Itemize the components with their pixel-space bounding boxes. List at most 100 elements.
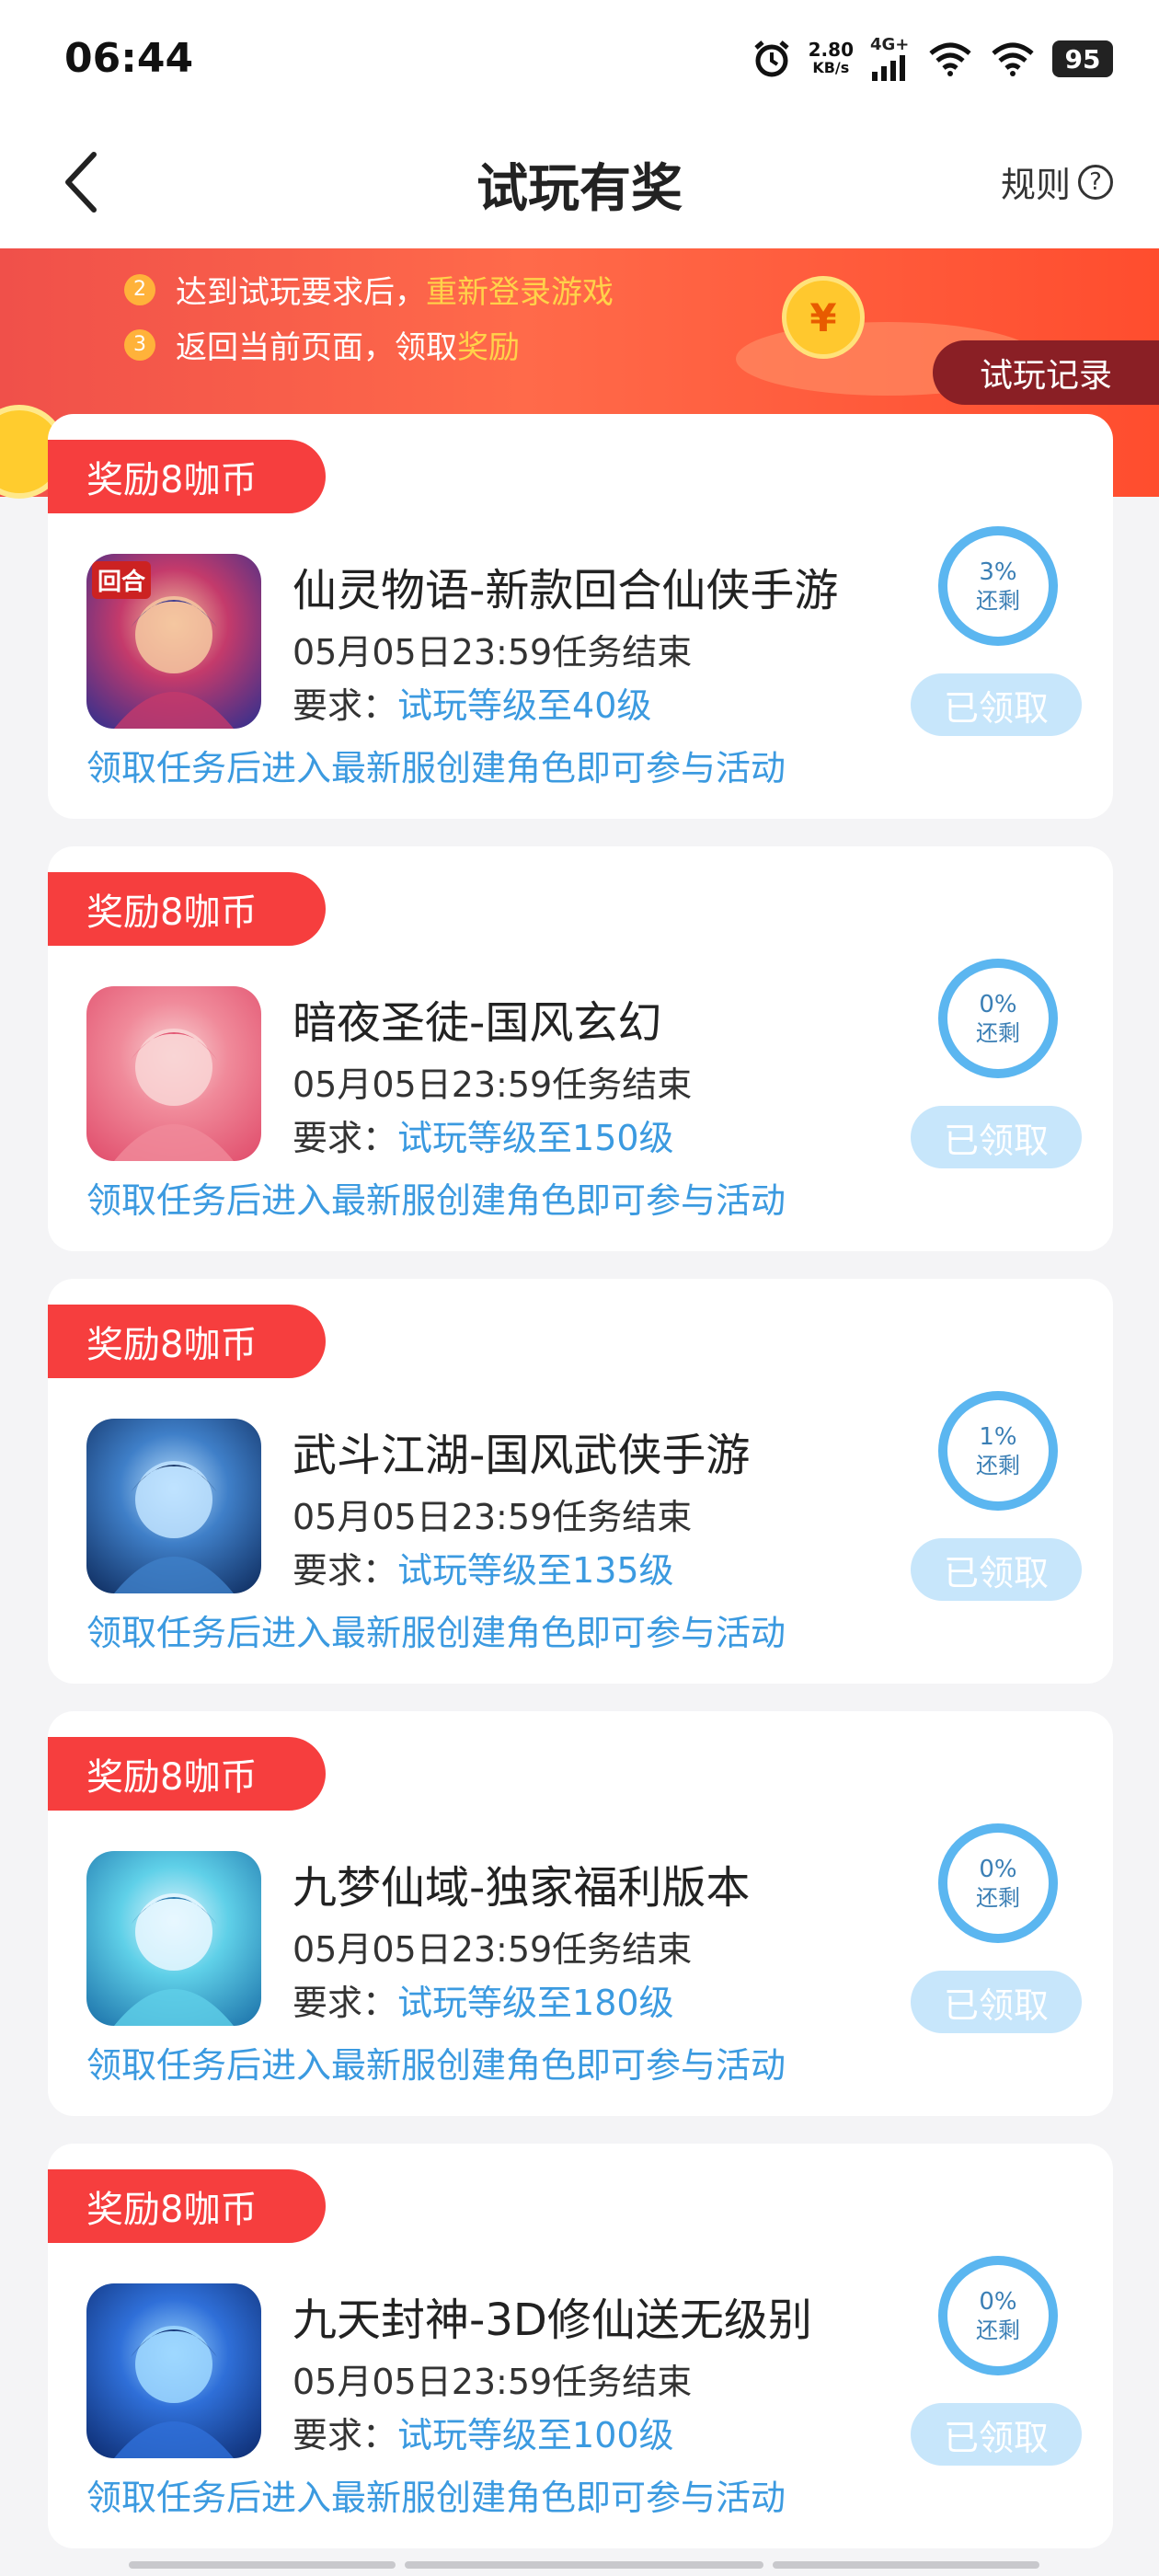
task-card[interactable]: 奖励8咖币 九梦仙域-独家福利版本 05月05日23:59任务结束 要求：试玩等… xyxy=(48,1711,1113,2116)
task-note: 领取任务后进入最新服创建角色即可参与活动 xyxy=(86,1180,786,1221)
remaining-label: 还剩 xyxy=(976,1885,1020,1911)
task-card[interactable]: 奖励8咖币 暗夜圣徒-国风玄幻 05月05日23:59任务结束 要求：试玩等级至… xyxy=(48,846,1113,1251)
game-icon[interactable] xyxy=(86,1419,261,1593)
game-character-icon xyxy=(114,1461,234,1593)
reward-tag: 奖励8咖币 xyxy=(48,440,326,513)
game-name: 九天封神-3D修仙送无级别 xyxy=(293,2294,812,2346)
remaining-progress-ring: 0% 还剩 xyxy=(938,959,1058,1078)
task-deadline: 05月05日23:59任务结束 xyxy=(293,1929,693,1970)
page-title: 试玩有奖 xyxy=(476,159,683,219)
task-note: 领取任务后进入最新服创建角色即可参与活动 xyxy=(86,1613,786,1653)
task-note: 领取任务后进入最新服创建角色即可参与活动 xyxy=(86,2478,786,2518)
game-name: 仙灵物语-新款回合仙侠手游 xyxy=(293,565,839,616)
rules-label: 规则 xyxy=(1000,165,1071,205)
wifi-icon-secondary xyxy=(992,42,1034,76)
game-character-icon xyxy=(114,596,234,729)
requirement-value: 试玩等级至100级 xyxy=(397,2415,674,2455)
task-deadline: 05月05日23:59任务结束 xyxy=(293,1497,693,1537)
net-speed-value: 2.80 xyxy=(808,39,854,61)
game-character-icon xyxy=(114,1893,234,2026)
task-card[interactable]: 奖励8咖币 武斗江湖-国风武侠手游 05月05日23:59任务结束 要求：试玩等… xyxy=(48,1279,1113,1684)
remaining-progress-ring: 3% 还剩 xyxy=(938,526,1058,646)
requirement-value: 试玩等级至150级 xyxy=(397,1118,674,1158)
task-deadline: 05月05日23:59任务结束 xyxy=(293,2362,693,2402)
requirement-label: 要求： xyxy=(293,685,398,726)
help-icon: ? xyxy=(1078,164,1113,200)
step-number: 3 xyxy=(124,328,155,361)
step-text-highlight: 重新登录游戏 xyxy=(426,274,614,311)
banner-step-2: 2 达到试玩要求后，重新登录游戏 xyxy=(124,267,614,312)
remaining-label: 还剩 xyxy=(976,2317,1020,2343)
rules-link[interactable]: 规则 ? xyxy=(1001,156,1113,207)
claimed-button[interactable]: 已领取 xyxy=(911,1106,1082,1168)
requirement-label: 要求： xyxy=(293,1550,398,1591)
remaining-percent: 1% xyxy=(979,1423,1017,1451)
net-speed-unit: KB/s xyxy=(812,59,850,76)
remaining-label: 还剩 xyxy=(976,1020,1020,1046)
task-note: 领取任务后进入最新服创建角色即可参与活动 xyxy=(86,748,786,788)
requirement-label: 要求： xyxy=(293,2415,398,2455)
remaining-progress-ring: 0% 还剩 xyxy=(938,2256,1058,2375)
app-header: 试玩有奖 规则 ? xyxy=(0,120,1159,248)
game-name: 九梦仙域-独家福利版本 xyxy=(293,1862,751,1914)
reward-tag: 奖励8咖币 xyxy=(48,2169,326,2243)
task-deadline: 05月05日23:59任务结束 xyxy=(293,632,693,673)
game-icon[interactable] xyxy=(86,986,261,1161)
step-text: 返回当前页面，领取奖励 xyxy=(176,322,520,367)
task-deadline: 05月05日23:59任务结束 xyxy=(293,1064,693,1105)
step-text-plain: 返回当前页面，领取 xyxy=(176,329,457,366)
task-card[interactable]: 奖励8咖币 九天封神-3D修仙送无级别 05月05日23:59任务结束 要求：试… xyxy=(48,2144,1113,2548)
status-bar: 06:44 2.80 KB/s 4G+ 95 xyxy=(0,0,1159,120)
net-speed: 2.80 KB/s xyxy=(809,40,854,77)
status-icons: 2.80 KB/s 4G+ 95 xyxy=(752,33,1113,85)
requirement-label: 要求： xyxy=(293,1983,398,2023)
remaining-progress-ring: 1% 还剩 xyxy=(938,1391,1058,1511)
game-icon[interactable] xyxy=(86,1851,261,2026)
task-requirement: 要求：试玩等级至100级 xyxy=(293,2407,674,2457)
step-text-plain: 达到试玩要求后， xyxy=(176,274,426,311)
alarm-icon xyxy=(754,40,789,77)
task-requirement: 要求：试玩等级至150级 xyxy=(293,1110,674,1160)
requirement-value: 试玩等级至135级 xyxy=(397,1550,674,1591)
reward-tag: 奖励8咖币 xyxy=(48,1305,326,1378)
step-number: 2 xyxy=(124,273,155,305)
home-indicator[interactable] xyxy=(129,2561,1039,2569)
requirement-label: 要求： xyxy=(293,1118,398,1158)
step-text-highlight: 奖励 xyxy=(457,329,520,366)
claimed-button[interactable]: 已领取 xyxy=(911,1538,1082,1601)
claimed-button[interactable]: 已领取 xyxy=(911,1971,1082,2033)
remaining-label: 还剩 xyxy=(976,1453,1020,1478)
trial-record-button[interactable]: 试玩记录 xyxy=(933,340,1159,405)
task-requirement: 要求：试玩等级至135级 xyxy=(293,1542,674,1593)
remaining-percent: 0% xyxy=(979,1856,1017,1883)
task-note: 领取任务后进入最新服创建角色即可参与活动 xyxy=(86,2045,786,2086)
yuan-coin-icon: ¥ xyxy=(782,276,865,359)
reward-tag: 奖励8咖币 xyxy=(48,1737,326,1811)
game-name: 武斗江湖-国风武侠手游 xyxy=(293,1430,751,1481)
task-requirement: 要求：试玩等级至180级 xyxy=(293,1974,674,2025)
remaining-percent: 0% xyxy=(979,991,1017,1018)
banner-step-3: 3 返回当前页面，领取奖励 xyxy=(124,322,520,367)
requirement-value: 试玩等级至40级 xyxy=(397,685,652,726)
game-icon[interactable]: 回合 xyxy=(86,554,261,729)
reward-tag: 奖励8咖币 xyxy=(48,872,326,946)
task-card[interactable]: 奖励8咖币 回合 仙灵物语-新款回合仙侠手游 05月05日23:59任务结束 要… xyxy=(48,414,1113,819)
remaining-percent: 0% xyxy=(979,2288,1017,2316)
game-icon[interactable] xyxy=(86,2283,261,2458)
game-name: 暗夜圣徒-国风玄幻 xyxy=(293,997,662,1049)
claimed-button[interactable]: 已领取 xyxy=(911,673,1082,736)
game-character-icon xyxy=(114,1029,234,1161)
network-type: 4G+ xyxy=(870,35,910,54)
wifi-icon xyxy=(929,42,971,76)
signal-indicator: 4G+ xyxy=(870,37,911,81)
remaining-percent: 3% xyxy=(979,558,1017,586)
claimed-button[interactable]: 已领取 xyxy=(911,2403,1082,2466)
battery-indicator: 95 xyxy=(1052,40,1113,77)
game-character-icon xyxy=(114,2326,234,2458)
remaining-label: 还剩 xyxy=(976,588,1020,614)
requirement-value: 试玩等级至180级 xyxy=(397,1983,674,2023)
signal-icon xyxy=(872,55,905,81)
status-time: 06:44 xyxy=(64,35,194,82)
remaining-progress-ring: 0% 还剩 xyxy=(938,1823,1058,1943)
task-requirement: 要求：试玩等级至40级 xyxy=(293,677,651,728)
